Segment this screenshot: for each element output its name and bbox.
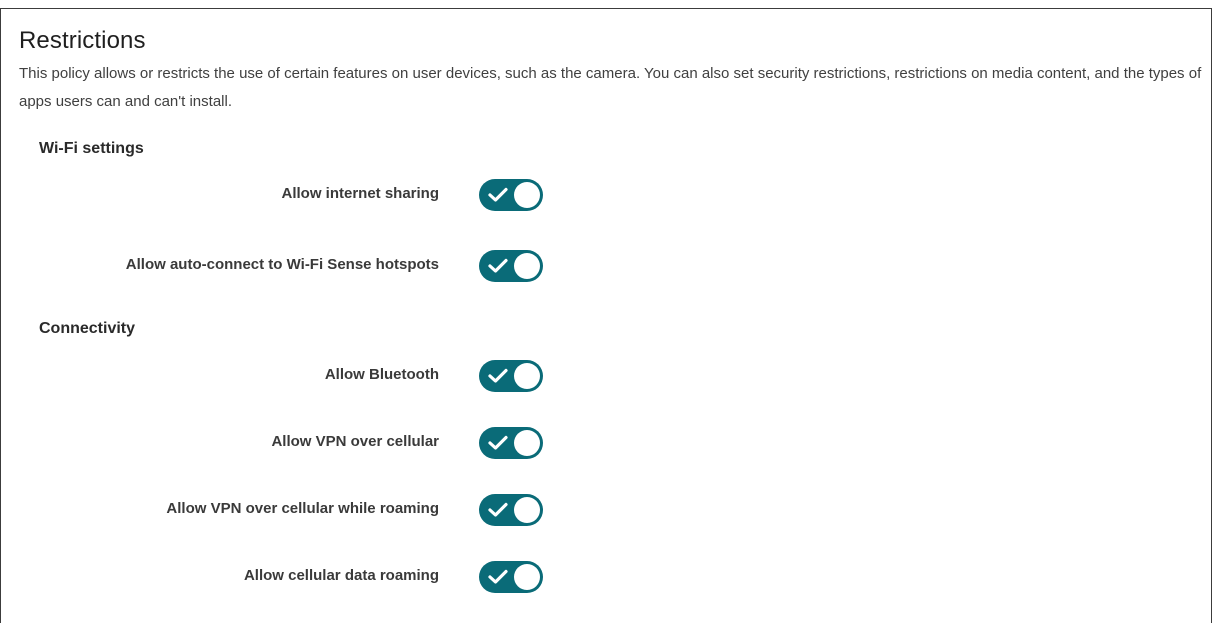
allow-bluetooth-toggle[interactable] xyxy=(479,360,543,392)
policy-header: Restrictions This policy allows or restr… xyxy=(19,27,1206,116)
toggle-knob xyxy=(514,430,540,456)
setting-row-allow-vpn-over-cellular: Allow VPN over cellular xyxy=(0,423,600,463)
setting-row-allow-bluetooth: Allow Bluetooth xyxy=(0,356,600,396)
page-title: Restrictions xyxy=(19,27,146,54)
allow-vpn-over-cellular-roaming-toggle[interactable] xyxy=(479,494,543,526)
check-icon xyxy=(488,187,508,202)
check-icon xyxy=(488,502,508,517)
check-icon xyxy=(488,569,508,584)
toggle-knob xyxy=(514,497,540,523)
allow-auto-connect-wifi-sense-toggle[interactable] xyxy=(479,250,543,282)
toggle-knob xyxy=(514,363,540,389)
setting-row-allow-internet-sharing: Allow internet sharing xyxy=(0,175,600,215)
toggle-knob xyxy=(514,182,540,208)
section-title-wifi-settings: Wi-Fi settings xyxy=(39,140,144,157)
toggle-knob xyxy=(514,564,540,590)
check-icon xyxy=(488,435,508,450)
allow-cellular-data-roaming-toggle[interactable] xyxy=(479,561,543,593)
toggle-knob xyxy=(514,253,540,279)
setting-row-allow-vpn-over-cellular-roaming: Allow VPN over cellular while roaming xyxy=(0,490,600,530)
setting-row-allow-cellular-data-roaming: Allow cellular data roaming xyxy=(0,557,600,597)
setting-label: Allow VPN over cellular while roaming xyxy=(166,500,439,517)
section-title-connectivity: Connectivity xyxy=(39,320,136,337)
check-icon xyxy=(488,258,508,273)
page-description: This policy allows or restricts the use … xyxy=(19,65,1202,110)
setting-label: Allow VPN over cellular xyxy=(271,433,439,450)
setting-label: Allow auto-connect to Wi-Fi Sense hotspo… xyxy=(125,256,439,273)
allow-vpn-over-cellular-toggle[interactable] xyxy=(479,427,543,459)
setting-row-allow-auto-connect-wifi-sense: Allow auto-connect to Wi-Fi Sense hotspo… xyxy=(0,246,600,286)
setting-label: Allow internet sharing xyxy=(281,185,439,202)
setting-label: Allow Bluetooth xyxy=(324,366,439,383)
setting-label: Allow cellular data roaming xyxy=(243,567,439,584)
allow-internet-sharing-toggle[interactable] xyxy=(479,179,543,211)
check-icon xyxy=(488,368,508,383)
